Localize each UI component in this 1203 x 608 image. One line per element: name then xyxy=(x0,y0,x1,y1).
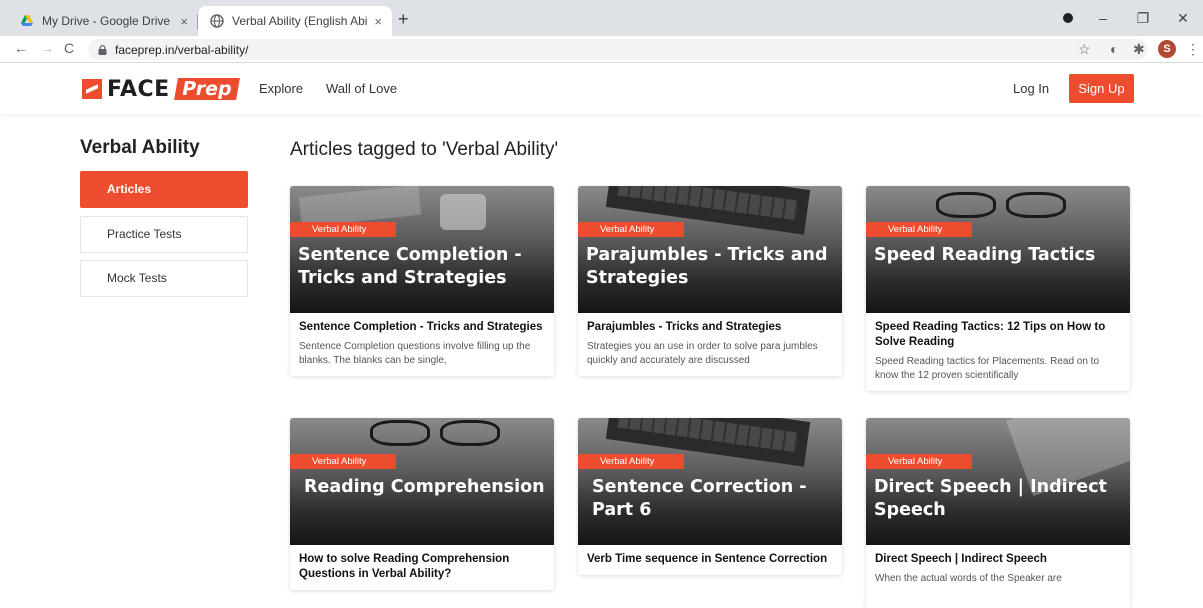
thumbnail-title: Speed Reading Tactics xyxy=(874,245,1096,265)
browser-toolbar: ← → C faceprep.in/verbal-ability/ ☆ ◐ ✱ … xyxy=(0,36,1203,63)
article-thumbnail: Verbal Ability Speed Reading Tactics xyxy=(866,186,1130,313)
close-window-button[interactable]: ✕ xyxy=(1163,10,1203,27)
profile-indicator-icon[interactable] xyxy=(1063,13,1073,23)
google-drive-icon xyxy=(21,15,33,26)
article-thumbnail: Verbal Ability Sentence Correction - Par… xyxy=(578,418,842,545)
site-header: FACE Prep Explore Wall of Love Log In Si… xyxy=(0,64,1203,114)
sidebar-item-practice-tests[interactable]: Practice Tests xyxy=(80,216,248,253)
article-thumbnail: Verbal Ability Sentence Completion - Tri… xyxy=(290,186,554,313)
signup-button[interactable]: Sign Up xyxy=(1069,74,1134,103)
extension-icon[interactable]: ◐ xyxy=(1110,41,1118,57)
new-tab-button[interactable]: + xyxy=(398,10,409,28)
minimize-button[interactable]: – xyxy=(1083,10,1123,26)
logo-prep-text: Prep xyxy=(173,78,240,100)
nav-explore[interactable]: Explore xyxy=(259,81,303,96)
back-button[interactable]: ← xyxy=(14,40,28,56)
category-tag: Verbal Ability xyxy=(290,222,397,237)
window-controls: – ❐ ✕ xyxy=(1083,0,1203,36)
article-description: Strategies you an use in order to solve … xyxy=(587,341,818,366)
article-card[interactable]: Verbal Ability Parajumbles - Tricks and … xyxy=(578,186,842,376)
thumbnail-title: Sentence Completion - Tricks and Strateg… xyxy=(298,245,522,288)
article-description: Speed Reading tactics for Placements. Re… xyxy=(875,356,1100,381)
tab-google-drive[interactable]: My Drive - Google Drive × xyxy=(8,6,198,36)
url-text: faceprep.in/verbal-ability/ xyxy=(115,42,249,57)
profile-avatar[interactable]: S xyxy=(1158,40,1176,58)
sidebar-item-articles[interactable]: Articles xyxy=(80,171,248,208)
category-tag: Verbal Ability xyxy=(866,454,973,469)
tab-close-icon[interactable]: × xyxy=(180,14,188,29)
thumbnail-title: Parajumbles - Tricks and Strategies xyxy=(586,245,828,288)
thumbnail-title: Direct Speech | Indirect Speech xyxy=(874,477,1107,520)
logo-face-text: FACE xyxy=(107,76,170,102)
page-title: Articles tagged to 'Verbal Ability' xyxy=(290,139,559,160)
article-card[interactable]: Verbal Ability Direct Speech | Indirect … xyxy=(866,418,1130,608)
tab-title: My Drive - Google Drive xyxy=(42,14,171,28)
article-description: Sentence Completion questions involve fi… xyxy=(299,341,531,366)
article-title: Verb Time sequence in Sentence Correctio… xyxy=(587,553,828,565)
address-bar[interactable]: faceprep.in/verbal-ability/ xyxy=(88,39,1148,60)
globe-icon xyxy=(210,14,224,28)
article-title: Sentence Completion - Tricks and Strateg… xyxy=(299,321,543,333)
extensions-puzzle-icon[interactable]: ✱ xyxy=(1133,41,1145,58)
article-description: When the actual words of the Speaker are xyxy=(875,573,1062,584)
article-title: How to solve Reading Comprehension Quest… xyxy=(299,553,510,580)
nav-wall-of-love[interactable]: Wall of Love xyxy=(326,81,397,96)
faceprep-logo[interactable]: FACE Prep xyxy=(82,76,240,102)
logo-mark-icon xyxy=(82,79,102,99)
article-title: Direct Speech | Indirect Speech xyxy=(875,553,1047,565)
tab-close-icon[interactable]: × xyxy=(374,14,382,29)
reload-button[interactable]: C xyxy=(64,40,74,56)
thumbnail-title: Sentence Correction - Part 6 xyxy=(592,477,807,520)
sidebar-item-mock-tests[interactable]: Mock Tests xyxy=(80,260,248,297)
tab-title: Verbal Ability (English Ability) Te xyxy=(232,14,369,28)
article-thumbnail: Verbal Ability Parajumbles - Tricks and … xyxy=(578,186,842,313)
tab-verbal-ability[interactable]: Verbal Ability (English Ability) Te × xyxy=(198,6,392,36)
article-card[interactable]: Verbal Ability Speed Reading Tactics Spe… xyxy=(866,186,1130,391)
forward-button[interactable]: → xyxy=(40,40,54,56)
article-title: Parajumbles - Tricks and Strategies xyxy=(587,321,782,333)
browser-tab-bar: My Drive - Google Drive × Verbal Ability… xyxy=(0,0,1203,36)
article-title: Speed Reading Tactics: 12 Tips on How to… xyxy=(875,321,1106,348)
browser-menu-icon[interactable]: ⋮ xyxy=(1186,41,1200,58)
category-tag: Verbal Ability xyxy=(290,454,397,469)
article-card[interactable]: Verbal Ability Reading Comprehension How… xyxy=(290,418,554,590)
bookmark-star-icon[interactable]: ☆ xyxy=(1078,41,1091,58)
sidebar-title: Verbal Ability xyxy=(80,137,200,158)
thumbnail-title: Reading Comprehension xyxy=(304,477,545,497)
article-card[interactable]: Verbal Ability Sentence Completion - Tri… xyxy=(290,186,554,376)
login-link[interactable]: Log In xyxy=(1013,81,1049,96)
article-thumbnail: Verbal Ability Reading Comprehension xyxy=(290,418,554,545)
lock-icon xyxy=(98,44,107,55)
category-tag: Verbal Ability xyxy=(578,222,685,237)
category-tag: Verbal Ability xyxy=(578,454,685,469)
article-card[interactable]: Verbal Ability Sentence Correction - Par… xyxy=(578,418,842,575)
restore-button[interactable]: ❐ xyxy=(1123,10,1163,27)
category-tag: Verbal Ability xyxy=(866,222,973,237)
article-thumbnail: Verbal Ability Direct Speech | Indirect … xyxy=(866,418,1130,545)
